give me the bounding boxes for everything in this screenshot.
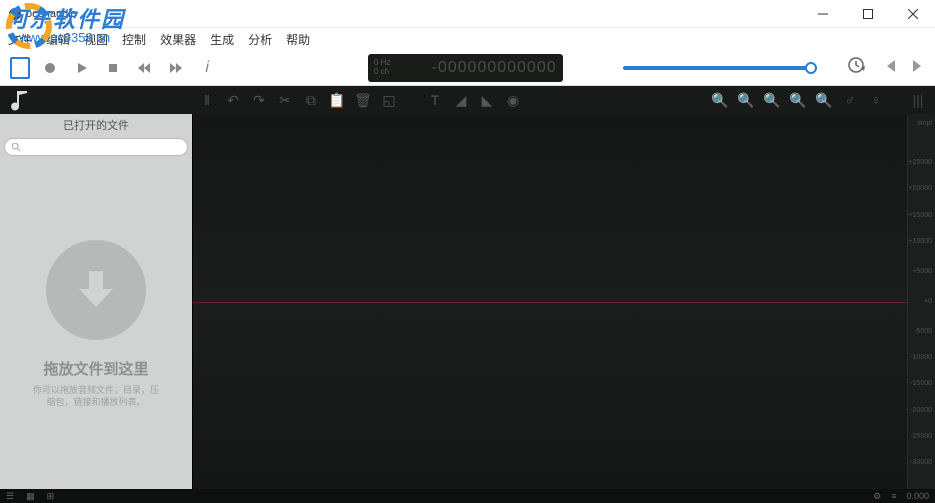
editor-toolbar: ‖ ↶ ↷ ✂ ⧉ 📋 🗑 ◱ T ◢ ◣ ◉ 🔍 🔍 🔍 🔍 🔍 ♂ ♀ ||… (0, 86, 935, 114)
meter-icon[interactable]: ||| (909, 92, 927, 108)
file-icon[interactable] (10, 57, 30, 79)
scale-tick: +5000 (912, 268, 932, 275)
amplitude-scale: smpl +25000 +20000 +15000 +10000 +5000 +… (907, 114, 935, 489)
pause-tool-icon[interactable]: ‖ (198, 92, 216, 108)
scale-tick: -5000 (914, 328, 932, 335)
status-time: 0.000 (906, 491, 929, 502)
zoom-v-icon[interactable]: 🔍 (815, 92, 833, 109)
minimize-button[interactable] (800, 0, 845, 28)
menu-effects[interactable]: 效果器 (160, 31, 196, 48)
zoom-sel-icon[interactable]: 🔍 (763, 92, 781, 109)
sidebar: 已打开的文件 拖放文件到这里 你可以拖放音频文件，目录，压 缩包，链接和播放列表… (0, 114, 192, 489)
zoom-fit-icon[interactable]: 🔍 (789, 92, 807, 109)
display-ch: 0 ch (374, 68, 390, 77)
app-title: ocenaudio (26, 8, 77, 20)
title-bar: ocenaudio (0, 0, 935, 28)
scale-tick: +25000 (908, 159, 932, 166)
scale-tick: -30000 (910, 459, 932, 466)
cut-icon[interactable]: ✂ (276, 92, 294, 109)
search-icon (11, 142, 21, 152)
drop-subtitle-1: 你可以拖放音频文件，目录，压 (33, 385, 159, 397)
search-input[interactable] (4, 138, 188, 156)
scale-tick: +20000 (908, 185, 932, 192)
note-icon (8, 88, 32, 112)
scale-tick: -15000 (910, 380, 932, 387)
menu-help[interactable]: 帮助 (286, 31, 310, 48)
menu-generate[interactable]: 生成 (210, 31, 234, 48)
play-button[interactable] (71, 57, 92, 79)
redo-icon[interactable]: ↷ (250, 92, 268, 109)
app-icon (8, 7, 22, 21)
scale-tick: -10000 (910, 354, 932, 361)
nav-back-button[interactable] (885, 59, 901, 77)
zoom-in-icon[interactable]: 🔍 (711, 92, 729, 109)
time-display: 0 Hz 0 ch -000000000000 (368, 54, 563, 82)
drop-zone[interactable]: 拖放文件到这里 你可以拖放音频文件，目录，压 缩包，链接和播放列表。 (0, 160, 192, 489)
view-grid-icon[interactable]: ▦ (26, 491, 35, 502)
menu-view[interactable]: 视图 (84, 31, 108, 48)
scale-tick: -25000 (910, 433, 932, 440)
view-list-icon[interactable]: ☰ (6, 491, 14, 502)
drop-title: 拖放文件到这里 (43, 358, 148, 379)
levels-icon[interactable]: ≡ (891, 491, 896, 502)
forward-button[interactable] (165, 57, 186, 79)
menu-analysis[interactable]: 分析 (248, 31, 272, 48)
menu-bar: 文件 编辑 视图 控制 效果器 生成 分析 帮助 (0, 28, 935, 50)
download-icon (46, 240, 146, 340)
text-tool-icon[interactable]: T (426, 92, 444, 108)
zoom-out-icon[interactable]: 🔍 (737, 92, 755, 109)
menu-edit[interactable]: 编辑 (46, 31, 70, 48)
status-bar: ☰ ▦ ⊞ ⚙ ≡ 0.000 (0, 489, 935, 503)
menu-file[interactable]: 文件 (8, 31, 32, 48)
menu-control[interactable]: 控制 (122, 31, 146, 48)
paste-icon[interactable]: 📋 (328, 92, 346, 109)
crop-icon[interactable]: ◱ (380, 92, 398, 109)
record-button[interactable] (40, 57, 61, 79)
view-thumb-icon[interactable]: ⊞ (47, 491, 55, 502)
fade-in-icon[interactable]: ◢ (452, 92, 470, 109)
scale-tick: +15000 (908, 212, 932, 219)
volume-thumb[interactable] (805, 62, 817, 74)
settings-icon[interactable]: ⚙ (873, 491, 881, 502)
scale-tick: -20000 (910, 407, 932, 414)
waveform-centerline (193, 302, 907, 303)
rewind-button[interactable] (134, 57, 155, 79)
copy-icon[interactable]: ⧉ (302, 92, 320, 109)
scale-tick: +0 (924, 298, 932, 305)
transport-bar: i 0 Hz 0 ch -000000000000 (0, 50, 935, 86)
main-area: 已打开的文件 拖放文件到这里 你可以拖放音频文件，目录，压 缩包，链接和播放列表… (0, 114, 935, 489)
waveform-area[interactable]: smpl +25000 +20000 +15000 +10000 +5000 +… (192, 114, 935, 489)
scale-unit: smpl (917, 120, 932, 127)
loop-icon[interactable]: ◉ (504, 92, 522, 109)
history-button[interactable] (847, 56, 865, 79)
undo-icon[interactable]: ↶ (224, 92, 242, 109)
fade-out-icon[interactable]: ◣ (478, 92, 496, 109)
close-button[interactable] (890, 0, 935, 28)
scale-tick: +10000 (908, 238, 932, 245)
drop-subtitle-2: 缩包，链接和播放列表。 (46, 397, 145, 409)
delete-icon[interactable]: 🗑 (354, 92, 372, 109)
volume-slider[interactable] (623, 66, 817, 70)
info-button[interactable]: i (197, 57, 218, 79)
tool-a-icon[interactable]: ♂ (841, 92, 859, 108)
display-time: -000000000000 (390, 59, 556, 77)
sidebar-header: 已打开的文件 (0, 114, 192, 134)
nav-forward-button[interactable] (909, 59, 925, 77)
tool-b-icon[interactable]: ♀ (867, 92, 885, 108)
stop-button[interactable] (102, 57, 123, 79)
maximize-button[interactable] (845, 0, 890, 28)
